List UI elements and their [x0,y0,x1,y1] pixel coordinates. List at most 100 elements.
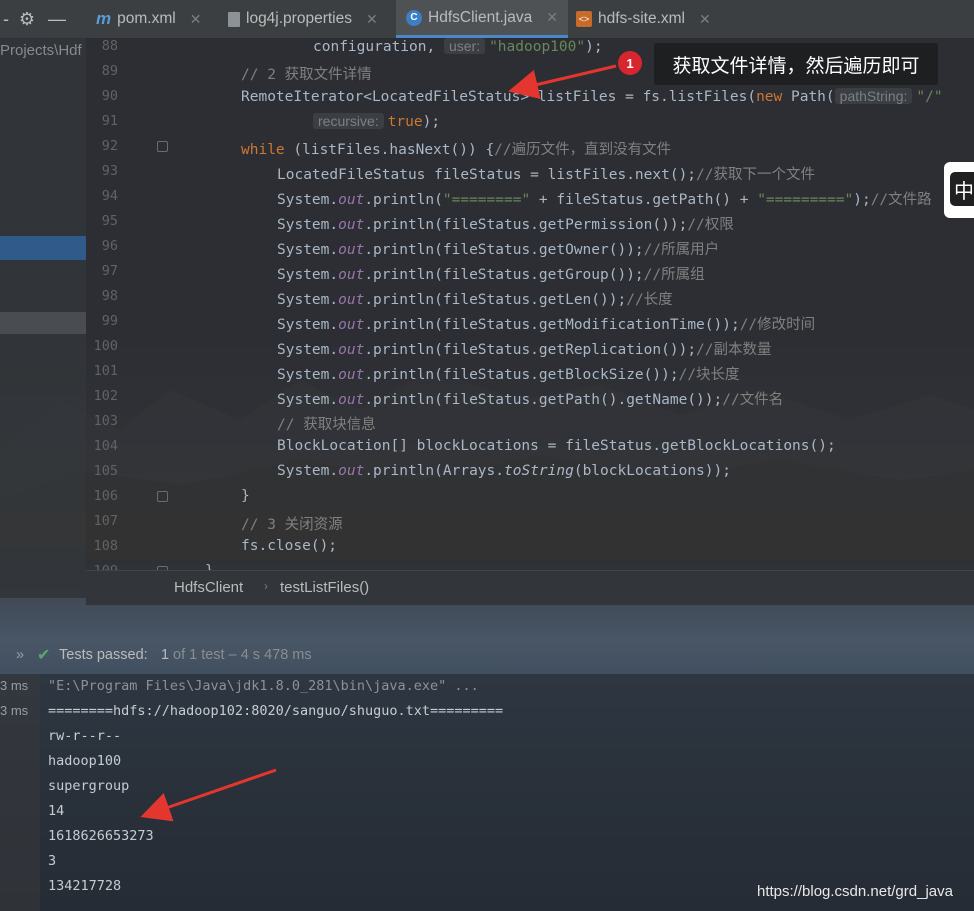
code-line-97: System.out.println(fileStatus.getGroup()… [277,267,705,283]
code-line-106: } [241,488,250,504]
line-number: 103 [93,413,118,429]
code-line-99: System.out.println(fileStatus.getModific… [277,317,816,333]
code-line-93: LocatedFileStatus fileStatus = listFiles… [277,167,815,183]
tab-hdfsclient-java[interactable]: C HdfsClient.java ✕ [396,0,568,38]
tab-log4j-properties[interactable]: log4j.properties ✕ [228,0,378,38]
ime-label: 中 [950,172,974,206]
code-line-104: BlockLocation[] blockLocations = fileSta… [277,438,836,454]
properties-file-icon [228,11,240,27]
line-number: 88 [101,38,118,54]
line-number: 109 [86,563,118,570]
line-number: 108 [93,538,118,554]
console-line: 1618626653273 [48,828,154,844]
test-duration[interactable]: 3 ms [0,703,28,718]
java-class-icon: C [406,9,422,26]
step-badge: 1 [618,51,642,75]
code-line-96: System.out.println(fileStatus.getOwner()… [277,242,720,258]
close-icon[interactable]: ✕ [699,11,711,28]
console-line: rw-r--r-- [48,728,122,744]
tab-pom-xml[interactable]: m pom.xml ✕ [96,0,201,38]
line-number: 100 [93,338,118,354]
line-number: 106 [93,488,118,504]
line-number: 99 [101,313,118,329]
chevron-right-icon: › [264,579,268,593]
tab-label: hdfs-site.xml [598,10,685,27]
project-tree-hover-row[interactable] [0,312,86,334]
line-number: 98 [101,288,118,304]
fold-icon[interactable] [157,141,168,152]
close-icon[interactable]: ✕ [546,9,558,26]
code-line-109: } [205,563,214,570]
param-hint: pathString: [834,88,913,104]
console-line: ========hdfs://hadoop102:8020/sanguo/shu… [48,703,504,719]
tab-label: pom.xml [117,10,176,27]
code-line-88: configuration, user: "hadoop100"); [313,38,603,55]
code-line-94: System.out.println("========" + fileStat… [277,192,932,208]
line-number: 104 [93,438,118,454]
line-number: 102 [93,388,118,404]
breadcrumb: HdfsClient › testListFiles() [86,570,974,605]
console-line: 14 [48,803,65,819]
line-number: 101 [93,363,118,379]
console-line: supergroup [48,778,130,794]
code-line-98: System.out.println(fileStatus.getLen());… [277,292,673,308]
close-icon[interactable]: ✕ [190,11,202,28]
line-number: 91 [101,113,118,129]
xml-file-icon: <> [576,11,592,27]
breadcrumb-method[interactable]: testListFiles() [280,579,369,596]
tests-passed-detail: of 1 test – 4 s 478 ms [173,647,312,663]
fold-icon[interactable] [157,491,168,502]
tab-label: HdfsClient.java [428,8,533,26]
line-number: 96 [101,238,118,254]
annotation-callout: 获取文件详情，然后遍历即可 [654,43,938,85]
code-line-100: System.out.println(fileStatus.getReplica… [277,342,772,358]
tests-passed-count: 1 [161,647,170,663]
console-line: hadoop100 [48,753,122,769]
code-line-101: System.out.println(fileStatus.getBlockSi… [277,367,740,383]
test-duration[interactable]: 3 ms [0,678,28,693]
line-number: 89 [101,63,118,79]
editor-tab-bar: - ⚙ — m pom.xml ✕ log4j.properties ✕ C H… [0,0,974,39]
gear-icon[interactable]: ⚙ [12,0,42,38]
code-line-90: RemoteIterator<LocatedFileStatus> listFi… [241,88,943,105]
code-line-107: // 3 关闭资源 [241,517,343,533]
console-line: 134217728 [48,878,122,894]
line-number: 107 [93,513,118,529]
code-line-102: System.out.println(fileStatus.getPath().… [277,392,784,408]
code-line-89: // 2 获取文件详情 [241,67,372,83]
project-path[interactable]: Projects\Hdf [0,42,82,59]
line-number: 92 [101,138,118,154]
code-line-95: System.out.println(fileStatus.getPermiss… [277,217,734,233]
code-line-91: recursive: true); [313,113,440,130]
run-status-bar: » ✔ Tests passed: 1 of 1 test – 4 s 478 … [0,640,974,672]
line-number: 105 [93,463,118,479]
collapse-icon[interactable]: - [0,0,12,38]
line-number: 94 [101,188,118,204]
code-line-92: while (listFiles.hasNext()) {//遍历文件，直到没有… [241,142,672,158]
close-icon[interactable]: ✕ [366,11,378,28]
test-tree-panel: 3 ms 3 ms [0,674,40,911]
code-line-103: // 获取块信息 [277,417,376,433]
param-hint: user: [443,38,486,54]
line-number: 97 [101,263,118,279]
tests-passed-label: Tests passed: [59,647,148,663]
minimize-icon[interactable]: — [42,0,72,38]
code-line-108: fs.close(); [241,538,338,554]
tab-label: log4j.properties [246,10,352,27]
expand-icon[interactable]: » [16,647,24,663]
line-number: 90 [101,88,118,104]
console-line: "E:\Program Files\Java\jdk1.8.0_281\bin\… [48,678,479,694]
line-number: 95 [101,213,118,229]
line-number-gutter: 88 89 90 91 92 93 94 95 96 97 98 99 100 … [86,38,168,570]
ime-indicator[interactable]: 中 [944,162,974,218]
check-icon: ✔ [37,647,51,664]
code-editor[interactable]: 88 89 90 91 92 93 94 95 96 97 98 99 100 … [86,38,974,570]
console-line: 3 [48,853,57,869]
param-hint: recursive: [313,113,384,129]
project-tree-selected-row[interactable] [0,236,86,260]
maven-icon: m [96,9,112,28]
code-line-105: System.out.println(Arrays.toString(block… [277,463,731,479]
tab-hdfs-site-xml[interactable]: <> hdfs-site.xml ✕ [576,0,711,38]
line-number: 93 [101,163,118,179]
breadcrumb-class[interactable]: HdfsClient [174,579,243,596]
